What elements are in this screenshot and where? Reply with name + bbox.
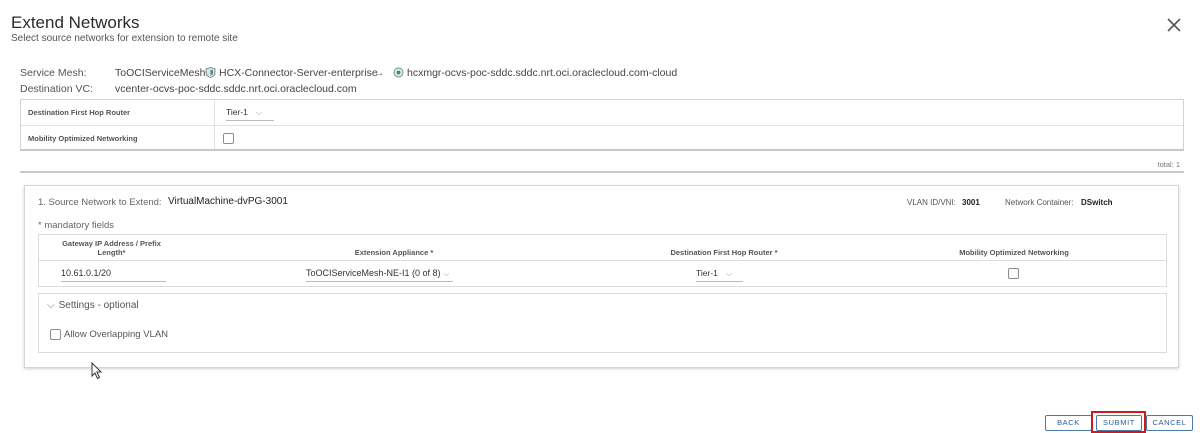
mon-label: Mobility Optimized Networking xyxy=(28,134,138,143)
row-mon-checkbox[interactable] xyxy=(1008,268,1019,279)
settings-label: Settings - optional xyxy=(58,300,139,311)
source-network-value: VirtualMachine-dvPG-3001 xyxy=(168,196,288,207)
destination-vc-value: vcenter-ocvs-poc-sddc.sddc.nrt.oci.oracl… xyxy=(115,83,357,95)
connector-shield-icon xyxy=(205,67,216,78)
appliance-select-value: ToOCIServiceMesh-NE-I1 (0 of 8) xyxy=(306,268,441,278)
gateway-input[interactable]: 10.61.0.1/20 xyxy=(61,268,166,282)
cancel-button[interactable]: CANCEL xyxy=(1146,415,1193,431)
remote-site: hcxmgr-ocvs-poc-sddc.sddc.nrt.oci.oracle… xyxy=(407,67,678,79)
chevron-down-icon: ⌵ xyxy=(47,300,55,311)
grid-header: Gateway IP Address / Prefix Length* Exte… xyxy=(39,235,1166,261)
overlap-vlan-label: Allow Overlapping VLAN xyxy=(64,329,169,340)
col-gateway: Gateway IP Address / Prefix Length* xyxy=(62,239,161,257)
mouse-pointer-icon xyxy=(91,362,103,380)
arrow-right-icon: → xyxy=(374,67,385,79)
overlap-vlan-checkbox[interactable] xyxy=(50,329,61,340)
source-network-label: 1. Source Network to Extend: xyxy=(38,197,162,208)
close-icon[interactable] xyxy=(1166,17,1182,33)
cloud-target-icon xyxy=(393,67,404,78)
mon-checkbox[interactable] xyxy=(223,133,234,144)
network-card: 1. Source Network to Extend: VirtualMach… xyxy=(24,185,1179,368)
col-mon: Mobility Optimized Networking xyxy=(959,248,1069,257)
service-mesh-label: Service Mesh: xyxy=(20,67,87,79)
vlan-value: 3001 xyxy=(962,198,980,207)
appliance-select[interactable]: ToOCIServiceMesh-NE-I1 (0 of 8) ⌵ xyxy=(306,268,453,282)
network-container-label: Network Container: xyxy=(1005,198,1074,207)
dialog-subtitle: Select source networks for extension to … xyxy=(11,33,238,44)
col-first-hop: Destination First Hop Router * xyxy=(670,248,778,257)
first-hop-label: Destination First Hop Router xyxy=(28,108,131,117)
row-first-hop-select[interactable]: Tier-1 ⌵ xyxy=(696,268,743,282)
service-mesh-name: ToOCIServiceMesh : xyxy=(115,67,212,79)
col-appliance: Extension Appliance * xyxy=(354,248,434,257)
chevron-down-icon: ⌵ xyxy=(443,269,450,278)
total-count: total: 1 xyxy=(1157,160,1180,169)
first-hop-row: Destination First Hop Router Tier-1 ⌵ xyxy=(21,100,1183,125)
options-table: Destination First Hop Router Tier-1 ⌵ Mob… xyxy=(20,99,1184,151)
settings-toggle[interactable]: ⌵ Settings - optional xyxy=(47,300,139,311)
connector-name: HCX-Connector-Server-enterprise xyxy=(219,67,378,79)
mon-row: Mobility Optimized Networking xyxy=(21,125,1183,150)
row-first-hop-value: Tier-1 xyxy=(696,268,718,278)
vlan-label: VLAN ID/VNI: xyxy=(907,198,956,207)
back-button[interactable]: BACK xyxy=(1045,415,1092,431)
settings-panel: ⌵ Settings - optional Allow Overlapping V… xyxy=(38,293,1167,353)
chevron-down-icon: ⌵ xyxy=(725,269,732,278)
destination-vc-label: Destination VC: xyxy=(20,83,93,95)
mandatory-note: * mandatory fields xyxy=(38,220,115,231)
dialog-title: Extend Networks xyxy=(11,13,140,32)
submit-button[interactable]: SUBMIT xyxy=(1096,415,1142,431)
chevron-down-icon: ⌵ xyxy=(255,108,262,117)
separator xyxy=(20,171,1184,173)
network-grid: Gateway IP Address / Prefix Length* Exte… xyxy=(38,234,1167,287)
network-container-value: DSwitch xyxy=(1081,198,1113,207)
first-hop-select-value: Tier-1 xyxy=(226,107,248,117)
first-hop-select[interactable]: Tier-1 ⌵ xyxy=(226,107,274,121)
